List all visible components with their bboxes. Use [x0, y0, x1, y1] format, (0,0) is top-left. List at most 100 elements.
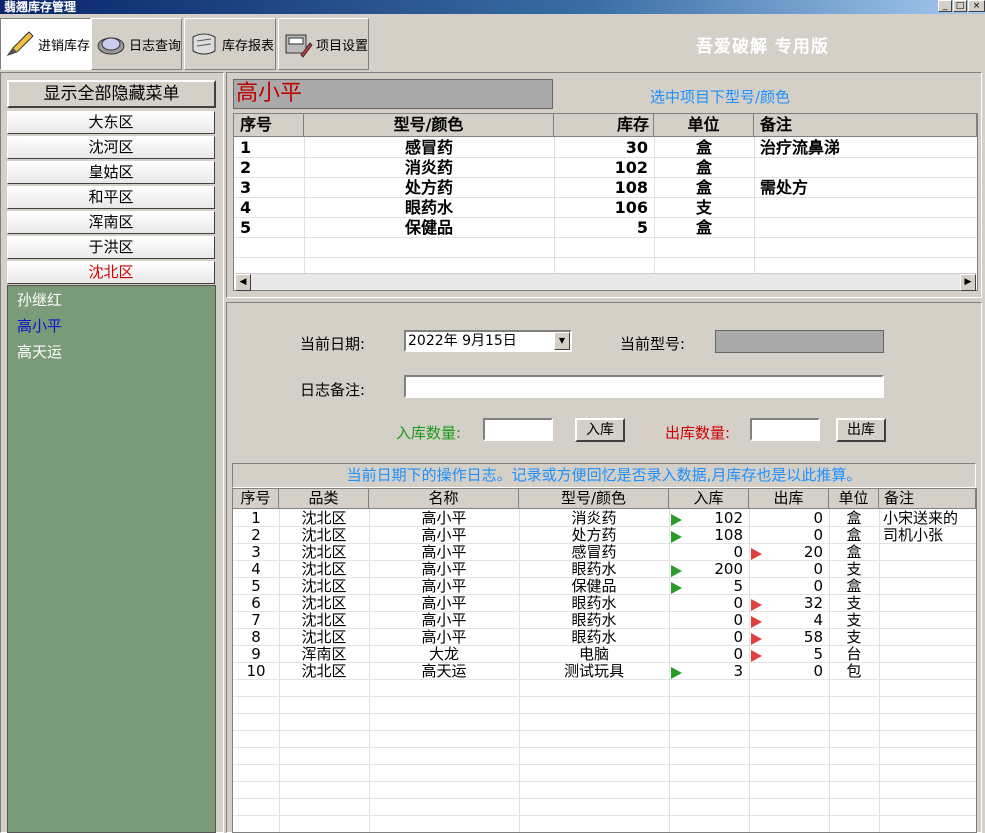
table-row[interactable]: 6 沈北区 高小平 眼药水 0 32 支 [233, 595, 976, 612]
table-row[interactable]: 3 沈北区 高小平 感冒药 0 20 盒 [233, 544, 976, 561]
cell-model: 眼药水 [404, 198, 453, 217]
cell-unit: 盒 [846, 544, 862, 561]
table-row[interactable] [233, 748, 976, 765]
district-item[interactable]: 沈河区 [7, 136, 215, 159]
cell-unit: 盒 [846, 578, 862, 595]
name-item[interactable]: 高小平 [17, 315, 62, 336]
table-row[interactable] [233, 765, 976, 782]
table-row[interactable]: 5 保健品 5 盒 [234, 218, 977, 238]
log-col-out[interactable]: 出库 [749, 489, 829, 509]
table-row[interactable] [233, 697, 976, 714]
model-label: 当前型号: [620, 335, 686, 353]
tab-inventory[interactable]: 进销库存 [0, 18, 91, 70]
date-label: 当前日期: [300, 335, 366, 353]
table-row[interactable]: 7 沈北区 高小平 眼药水 0 4 支 [233, 612, 976, 629]
cell-note [879, 663, 976, 680]
table-row[interactable]: 10 沈北区 高天运 测试玩具 3 0 包 [233, 663, 976, 680]
table-row[interactable]: 2 消炎药 102 盒 [234, 158, 977, 178]
log-col-unit[interactable]: 单位 [829, 489, 879, 509]
district-item[interactable]: 沈北区 [7, 261, 215, 284]
table-row[interactable]: 9 浑南区 大龙 电脑 0 5 台 [233, 646, 976, 663]
out-qty-input[interactable] [750, 418, 820, 441]
table-row[interactable]: 4 沈北区 高小平 眼药水 200 0 支 [233, 561, 976, 578]
cell-unit: 盒 [846, 510, 862, 527]
cell-cat: 沈北区 [301, 663, 347, 680]
table-row[interactable] [233, 782, 976, 799]
cell-name: 高小平 [421, 612, 467, 629]
stock-in-arrow-icon [671, 582, 682, 594]
cell-note [754, 158, 977, 178]
stock-in-button[interactable]: 入库 [575, 418, 625, 442]
district-item[interactable]: 浑南区 [7, 211, 215, 234]
table-row[interactable]: 3 处方药 108 盒 需处方 [234, 178, 977, 198]
col-model[interactable]: 型号/颜色 [304, 114, 554, 137]
model-grid-scrollbar[interactable]: ◀ ▶ [235, 273, 976, 291]
cell-cat: 沈北区 [301, 629, 347, 646]
log-col-model[interactable]: 型号/颜色 [519, 489, 669, 509]
log-grid[interactable]: 序号 品类 名称 型号/颜色 入库 出库 单位 备注 1 沈北区 高小平 消炎药 102… [232, 488, 977, 833]
table-row[interactable]: 5 沈北区 高小平 保健品 5 0 盒 [233, 578, 976, 595]
chevron-down-icon[interactable]: ▼ [554, 332, 570, 350]
cell-name: 高天运 [421, 663, 467, 680]
table-row[interactable] [233, 816, 976, 832]
cell-unit: 包 [846, 663, 862, 680]
table-row[interactable] [233, 731, 976, 748]
maximize-button[interactable]: □ [953, 0, 967, 12]
cell-stock: 108 [614, 178, 648, 197]
name-item[interactable]: 高天运 [17, 341, 62, 362]
table-row[interactable] [233, 714, 976, 731]
in-qty-input[interactable] [483, 418, 553, 441]
close-button[interactable]: × [968, 0, 985, 12]
title-bar: 翡翘库存管理 [0, 0, 985, 14]
minimize-button[interactable]: _ [938, 0, 952, 12]
table-row[interactable]: 4 眼药水 106 支 [234, 198, 977, 218]
district-item[interactable]: 和平区 [7, 186, 215, 209]
log-col-in[interactable]: 入库 [669, 489, 749, 509]
cell-stock: 30 [625, 138, 648, 157]
table-row[interactable] [234, 238, 977, 258]
cell-unit: 盒 [695, 218, 712, 237]
stock-out-button[interactable]: 出库 [836, 418, 886, 442]
cell-model: 感冒药 [404, 138, 453, 157]
cell-no: 2 [240, 158, 252, 177]
scroll-right-button[interactable]: ▶ [960, 274, 976, 291]
log-col-no[interactable]: 序号 [233, 489, 279, 509]
tab-settings[interactable]: 项目设置 [278, 18, 369, 70]
current-model-field [715, 330, 884, 353]
log-col-category[interactable]: 品类 [279, 489, 369, 509]
district-item[interactable]: 皇姑区 [7, 161, 215, 184]
table-row[interactable]: 1 感冒药 30 盒 治疗流鼻涕 [234, 138, 977, 158]
col-stock[interactable]: 库存 [554, 114, 654, 137]
cell-out: 0 [813, 578, 823, 595]
name-item[interactable]: 孙继红 [17, 289, 62, 310]
table-row[interactable] [233, 799, 976, 816]
cell-unit: 盒 [695, 138, 712, 157]
log-col-note[interactable]: 备注 [879, 489, 976, 509]
cell-note [879, 595, 976, 612]
cell-cat: 沈北区 [301, 612, 347, 629]
tab-log-query[interactable]: 日志查询 [91, 18, 182, 70]
col-unit[interactable]: 单位 [654, 114, 754, 137]
table-row[interactable]: 2 沈北区 高小平 处方药 108 0 盒司机小张 [233, 527, 976, 544]
scroll-left-button[interactable]: ◀ [235, 274, 251, 291]
log-col-name[interactable]: 名称 [369, 489, 519, 509]
table-row[interactable]: 1 沈北区 高小平 消炎药 102 0 盒小宋送来的 [233, 510, 976, 527]
model-grid[interactable]: 序号 型号/颜色 库存 单位 备注 1 感冒药 30 盒 治疗流鼻涕 2 消炎药 102 盒 3 处… [233, 113, 978, 291]
table-row[interactable]: 8 沈北区 高小平 眼药水 0 58 支 [233, 629, 976, 646]
date-picker[interactable]: 2022年 9月15日 ▼ [404, 330, 572, 352]
cell-unit: 支 [695, 198, 712, 217]
in-qty-label: 入库数量: [396, 424, 462, 442]
note-input[interactable] [404, 375, 884, 398]
tab-report[interactable]: 库存报表 [184, 18, 276, 70]
table-row[interactable] [233, 680, 976, 697]
col-note[interactable]: 备注 [754, 114, 977, 137]
district-item[interactable]: 大东区 [7, 111, 215, 134]
cell-note [754, 218, 977, 238]
district-item[interactable]: 于洪区 [7, 236, 215, 259]
cell-stock: 102 [614, 158, 648, 177]
show-all-menu-button[interactable]: 显示全部隐藏菜单 [7, 80, 216, 108]
tab-settings-label: 项目设置 [316, 38, 369, 54]
cell-stock: 106 [614, 198, 648, 217]
cell-model: 消炎药 [571, 510, 617, 527]
col-no[interactable]: 序号 [234, 114, 304, 137]
